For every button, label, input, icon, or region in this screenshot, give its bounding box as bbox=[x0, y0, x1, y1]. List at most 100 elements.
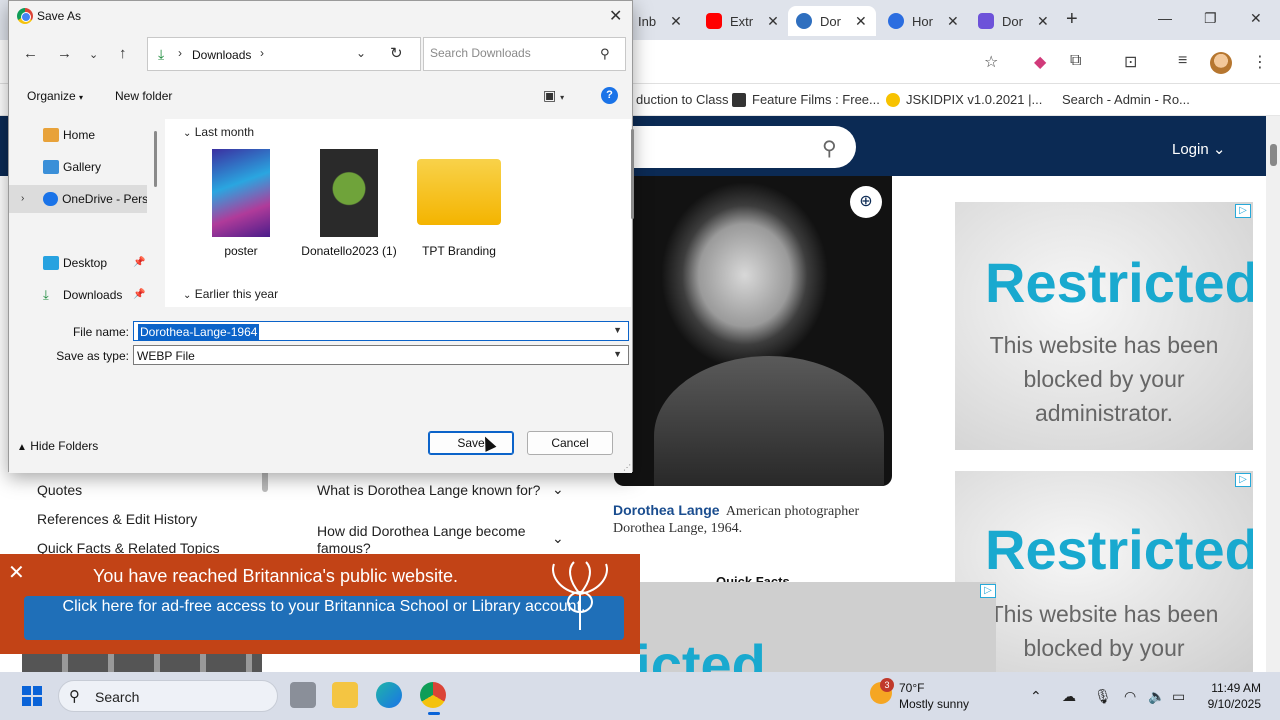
file-explorer-icon[interactable] bbox=[332, 682, 358, 708]
adchoices-icon[interactable]: ▷ bbox=[1235, 473, 1251, 487]
bookmark-item[interactable]: JSKIDPIX v1.0.2021 |... bbox=[886, 92, 1042, 107]
nav-item-quotes[interactable]: Quotes bbox=[37, 482, 82, 498]
search-icon[interactable]: ⚲ bbox=[822, 136, 837, 161]
chevron-right-icon[interactable]: › bbox=[260, 46, 264, 60]
file-name-field[interactable]: Dorothea-Lange-1964 ▼ bbox=[133, 321, 629, 341]
group-header-last-month[interactable]: ⌄ Last month bbox=[183, 125, 254, 139]
file-item-tpt-branding[interactable]: TPT Branding bbox=[409, 149, 509, 259]
new-folder-button[interactable]: New folder bbox=[115, 89, 172, 103]
page-scrollbar[interactable] bbox=[1266, 116, 1280, 672]
close-icon[interactable]: ✕ bbox=[609, 6, 622, 26]
bookmark-star-icon[interactable]: ☆ bbox=[984, 52, 998, 72]
site-search-input[interactable] bbox=[600, 126, 856, 168]
nav-item-references[interactable]: References & Edit History bbox=[37, 511, 197, 527]
save-button[interactable]: Save bbox=[428, 431, 514, 455]
adchoices-icon[interactable]: ▷ bbox=[980, 584, 996, 598]
nav-desktop[interactable]: Desktop 📌 bbox=[9, 249, 147, 277]
help-icon[interactable]: ? bbox=[601, 87, 618, 104]
cancel-button[interactable]: Cancel bbox=[527, 431, 613, 455]
file-item-donatello[interactable]: Donatello2023 (1) bbox=[299, 149, 399, 259]
bookmark-item[interactable]: Feature Films : Free... bbox=[732, 92, 880, 107]
close-icon[interactable]: ✕ bbox=[670, 13, 682, 30]
onedrive-icon[interactable]: ☁ bbox=[1062, 688, 1076, 705]
search-input[interactable] bbox=[430, 46, 590, 60]
nav-downloads[interactable]: ⤓ Downloads 📌 bbox=[9, 281, 147, 309]
clock-time[interactable]: 11:49 AM bbox=[1205, 681, 1261, 695]
left-nav-scrollbar[interactable] bbox=[262, 470, 268, 492]
tab-hor[interactable]: Hor ✕ bbox=[880, 6, 968, 36]
organize-button[interactable]: Organize ▾ bbox=[27, 89, 83, 103]
adchoices-icon[interactable]: ▷ bbox=[1235, 204, 1251, 218]
pin-icon[interactable]: 📌 bbox=[133, 257, 145, 268]
tab-britannica-active[interactable]: Dor ✕ bbox=[788, 6, 876, 36]
tab-search-icon[interactable]: ⊡ bbox=[1124, 52, 1137, 72]
dorothea-lange-photo[interactable] bbox=[614, 176, 892, 486]
nav-home[interactable]: Home bbox=[9, 121, 147, 149]
chrome-icon[interactable] bbox=[420, 682, 446, 715]
restricted-ad-bottom[interactable]: Restricted bbox=[640, 582, 996, 672]
chevron-down-icon[interactable]: ⌄ bbox=[552, 530, 564, 547]
nav-pane-scrollbar[interactable] bbox=[154, 131, 157, 187]
restore-icon[interactable]: ❐ bbox=[1204, 10, 1217, 27]
group-header-earlier-this-year[interactable]: ⌄ Earlier this year bbox=[183, 287, 278, 301]
taskbar-search[interactable]: ⚲ Search bbox=[58, 680, 278, 712]
back-arrow-icon[interactable]: ← bbox=[23, 45, 38, 62]
chevron-right-icon[interactable]: › bbox=[21, 193, 24, 204]
login-button[interactable]: Login ⌄ bbox=[1172, 140, 1225, 158]
page-scrollbar-thumb[interactable] bbox=[1270, 144, 1277, 166]
chevron-down-icon[interactable]: ▼ bbox=[613, 325, 622, 335]
minimize-icon[interactable]: — bbox=[1158, 10, 1172, 26]
ad-free-access-button[interactable]: Click here for ad-free access to your Br… bbox=[24, 596, 624, 640]
restricted-ad-1[interactable]: ▷ Restricted This website has been block… bbox=[955, 202, 1253, 450]
dialog-titlebar[interactable]: Save As ✕ bbox=[9, 1, 632, 31]
chevron-up-icon[interactable]: ⌃ bbox=[1030, 688, 1042, 705]
refresh-icon[interactable]: ↻ bbox=[390, 44, 403, 62]
chevron-down-icon[interactable]: ⌄ bbox=[552, 481, 564, 498]
volume-icon[interactable]: 🔈 bbox=[1148, 688, 1165, 705]
hide-folders-button[interactable]: ▲ Hide Folders bbox=[17, 439, 98, 453]
more-menu-icon[interactable]: ⋮ bbox=[1252, 52, 1268, 72]
pin-icon[interactable]: 📌 bbox=[133, 289, 145, 300]
address-bar[interactable]: ⤓ › Downloads › ⌄ ↻ bbox=[147, 37, 421, 71]
bookmark-item[interactable]: duction to Class bbox=[636, 92, 729, 107]
tab-youtube[interactable]: Extr ✕ bbox=[700, 6, 786, 36]
recent-locations-icon[interactable]: ⌄ bbox=[89, 48, 98, 61]
file-pane-scrollbar[interactable] bbox=[631, 129, 634, 219]
file-item-poster[interactable]: poster bbox=[191, 149, 291, 259]
tab-dor-2[interactable]: Dor ✕ bbox=[970, 6, 1056, 36]
nav-gallery[interactable]: Gallery bbox=[9, 153, 147, 181]
image-thumbnails[interactable] bbox=[22, 652, 262, 672]
clock-date[interactable]: 9/10/2025 bbox=[1195, 697, 1261, 711]
profile-avatar[interactable] bbox=[1210, 52, 1232, 74]
forward-arrow-icon[interactable]: → bbox=[57, 45, 72, 62]
zoom-in-icon[interactable]: ⊕ bbox=[850, 186, 882, 218]
chevron-down-icon[interactable]: ▼ bbox=[613, 349, 622, 359]
close-icon[interactable]: ✕ bbox=[8, 560, 25, 585]
chevron-right-icon[interactable]: › bbox=[178, 46, 182, 60]
bookmark-item[interactable]: Search - Admin - Ro... bbox=[1062, 92, 1190, 107]
up-arrow-icon[interactable]: ↑ bbox=[119, 45, 127, 62]
caption-name-link[interactable]: Dorothea Lange bbox=[613, 502, 720, 518]
breadcrumb-downloads[interactable]: Downloads bbox=[192, 48, 251, 62]
task-view-icon[interactable] bbox=[290, 682, 316, 708]
change-view-icon[interactable]: ▣ ▾ bbox=[543, 87, 564, 104]
save-as-type-select[interactable]: WEBP File ▼ bbox=[133, 345, 629, 365]
windows-start-icon[interactable] bbox=[22, 686, 42, 706]
wifi-icon[interactable]: ◠ bbox=[1124, 688, 1136, 705]
edge-icon[interactable] bbox=[376, 682, 402, 708]
close-window-icon[interactable]: ✕ bbox=[1250, 10, 1262, 27]
search-icon[interactable]: ⚲ bbox=[600, 46, 610, 62]
resize-grip-icon[interactable]: ⋰ bbox=[623, 463, 631, 472]
extensions-puzzle-icon[interactable]: ⧉ bbox=[1070, 52, 1081, 70]
new-tab-button[interactable]: + bbox=[1066, 8, 1078, 31]
extension-colored-icon[interactable]: ◆ bbox=[1034, 52, 1046, 72]
chevron-down-icon[interactable]: ⌄ bbox=[356, 46, 366, 60]
microphone-icon[interactable]: 🎙 bbox=[1094, 688, 1112, 705]
battery-icon[interactable]: ▭ bbox=[1172, 688, 1185, 705]
media-controls-icon[interactable]: ≡ bbox=[1178, 52, 1187, 70]
faq-question[interactable]: What is Dorothea Lange known for? bbox=[317, 482, 557, 499]
close-icon[interactable]: ✕ bbox=[1037, 13, 1049, 30]
close-icon[interactable]: ✕ bbox=[767, 13, 779, 30]
faq-question[interactable]: How did Dorothea Lange become famous? bbox=[317, 523, 557, 557]
nav-onedrive[interactable]: › OneDrive - Perso bbox=[9, 185, 147, 213]
